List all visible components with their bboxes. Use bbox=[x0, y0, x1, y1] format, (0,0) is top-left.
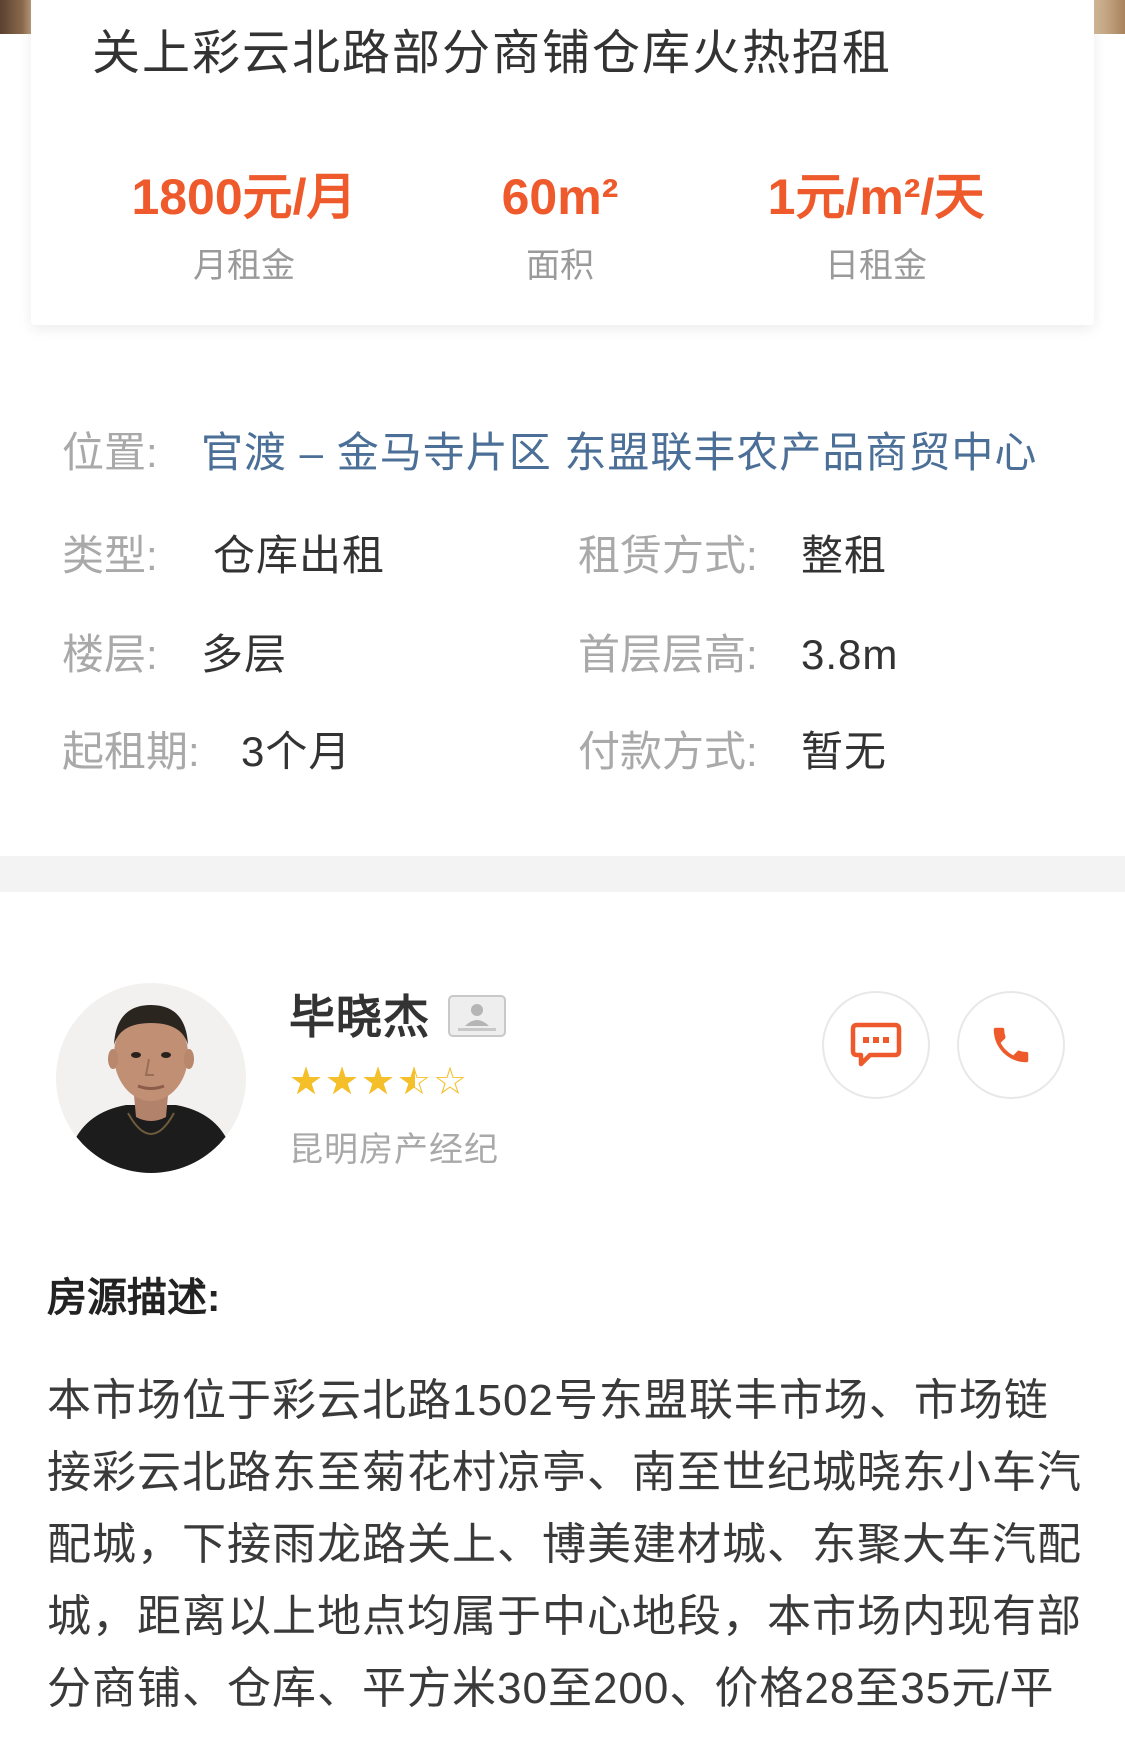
phone-icon bbox=[993, 1027, 1029, 1063]
payment-value: 暂无 bbox=[801, 728, 888, 775]
stat-value: 1元/m²/天 bbox=[767, 169, 985, 225]
min-lease-label: 起租期: bbox=[62, 728, 200, 775]
agent-company: 昆明房产经纪 bbox=[289, 1131, 499, 1169]
stat-label: 日租金 bbox=[825, 247, 927, 285]
section-divider bbox=[0, 856, 1125, 892]
stat-daily-rent: 1元/m²/天 日租金 bbox=[718, 168, 1034, 286]
description-line: 接彩云北路东至菊花村凉亭、南至世纪城晓东小车汽 bbox=[47, 1448, 1082, 1497]
agent-rating: ☆★☆★☆★☆★☆★ bbox=[289, 1059, 469, 1103]
listing-title: 关上彩云北路部分商铺仓库火热招租 bbox=[92, 27, 893, 80]
star-icon: ☆★ bbox=[361, 1059, 396, 1103]
stat-value: 60m² bbox=[501, 169, 619, 225]
description-line: 城，距离以上地点均属于中心地段，本市场内现有部 bbox=[47, 1592, 1082, 1641]
id-card-icon bbox=[448, 995, 506, 1037]
floor-label: 楼层: bbox=[62, 631, 158, 678]
lease-mode-label: 租赁方式: bbox=[578, 532, 758, 579]
lease-mode-value: 整租 bbox=[801, 532, 888, 579]
stat-monthly-rent: 1800元/月 月租金 bbox=[86, 168, 402, 286]
description-heading: 房源描述: bbox=[47, 1276, 221, 1320]
phone-button[interactable] bbox=[957, 991, 1065, 1099]
avatar-photo bbox=[56, 983, 246, 1173]
stat-label: 月租金 bbox=[193, 247, 295, 285]
star-icon: ☆★ bbox=[289, 1059, 324, 1103]
description-line: 分商铺、仓库、平方米30至200、价格28至35元/平 bbox=[47, 1664, 1055, 1713]
star-icon: ☆★ bbox=[397, 1059, 432, 1103]
chat-icon bbox=[850, 1022, 902, 1067]
min-lease-value: 3个月 bbox=[241, 728, 352, 775]
stat-value: 1800元/月 bbox=[131, 169, 357, 225]
star-icon: ☆★ bbox=[433, 1059, 468, 1103]
agent-avatar[interactable] bbox=[56, 983, 246, 1173]
description-line: 本市场位于彩云北路1502号东盟联丰市场、市场链 bbox=[47, 1376, 1049, 1425]
type-value: 仓库出租 bbox=[213, 532, 386, 579]
star-icon: ☆★ bbox=[325, 1059, 360, 1103]
type-label: 类型: bbox=[62, 532, 158, 579]
chat-button[interactable] bbox=[822, 991, 930, 1099]
stat-label: 面积 bbox=[526, 247, 594, 285]
stat-area: 60m² 面积 bbox=[402, 168, 718, 286]
ground-floor-height-value: 3.8m bbox=[801, 631, 899, 678]
description-line: 配城，下接雨龙路关上、博美建材城、东聚大车汽配 bbox=[47, 1520, 1082, 1569]
location-label: 位置: bbox=[62, 429, 158, 476]
payment-label: 付款方式: bbox=[578, 728, 758, 775]
floor-value: 多层 bbox=[201, 631, 288, 678]
ground-floor-height-label: 首层层高: bbox=[578, 631, 758, 678]
agent-name: 毕晓杰 bbox=[289, 991, 430, 1043]
location-link[interactable]: 官渡 – 金马寺片区 东盟联丰农产品商贸中心 bbox=[201, 428, 1037, 478]
